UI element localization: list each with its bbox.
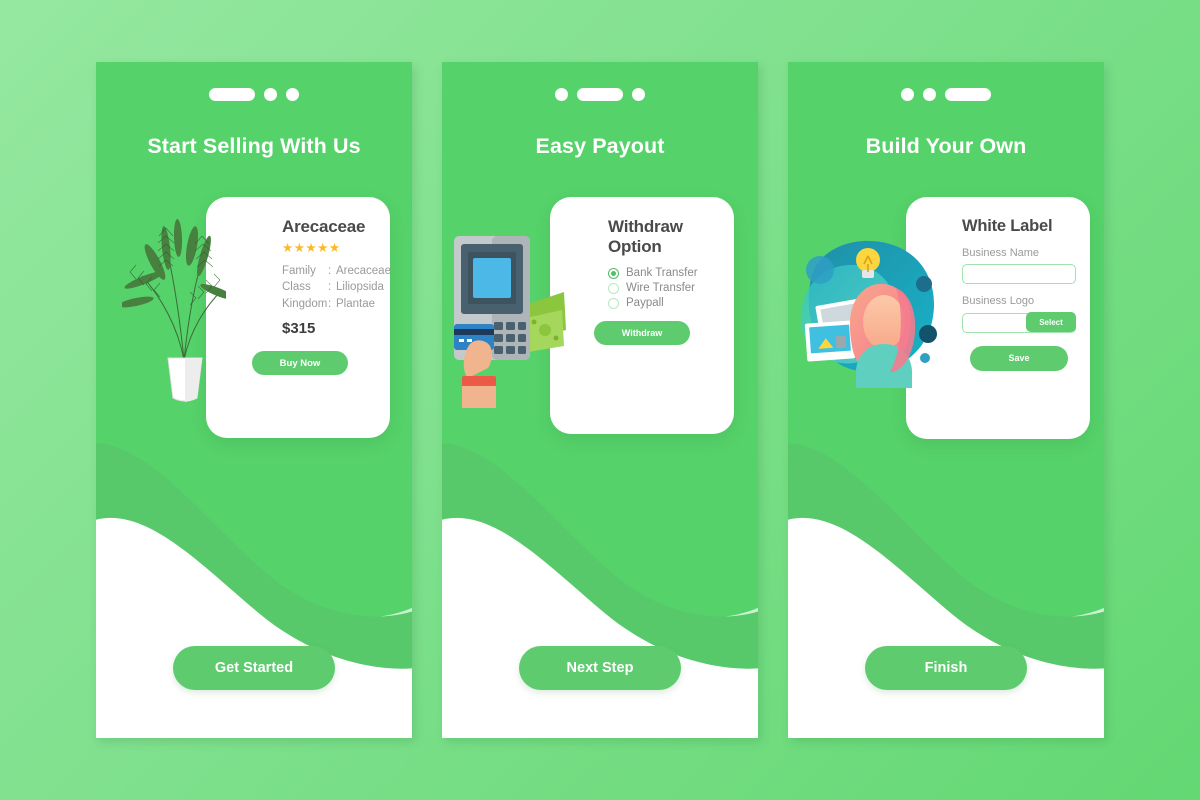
pagination-dot-2[interactable]: [577, 88, 623, 101]
radio-label: Wire Transfer: [626, 282, 696, 295]
pagination-dot-1[interactable]: [209, 88, 255, 101]
spec-separator: :: [328, 265, 332, 278]
spec-key: Family: [282, 265, 316, 278]
spec-key: Class: [282, 281, 311, 294]
radio-option-paypall[interactable]: Paypall: [608, 297, 718, 309]
spec-key: Kingdom: [282, 297, 328, 310]
lightbulb-icon: [856, 248, 880, 278]
atm-machine-illustration: [454, 236, 566, 408]
select-logo-button[interactable]: Select: [1026, 312, 1076, 333]
business-logo-label: Business Logo: [962, 295, 1035, 308]
product-card: Arecaceae ★★★★★ Family : Arecaceae Class…: [206, 197, 391, 438]
pagination-dot-2[interactable]: [923, 88, 936, 101]
withdraw-title-line1: Withdraw: [608, 217, 683, 236]
screen-start-selling: Start Selling With Us Arecaceae ★★★★★ Fa…: [96, 62, 412, 738]
product-name: Arecaceae: [282, 217, 366, 236]
spec-row: Class : Liliopsida: [282, 279, 384, 295]
screen-title: Easy Payout: [535, 134, 665, 158]
product-price: $315: [282, 320, 316, 338]
star-rating: ★★★★★: [282, 241, 341, 256]
withdraw-card: Withdraw Option Bank Transfer Wire Trans…: [550, 197, 734, 434]
white-label-card: White Label Business Name Business Logo …: [906, 197, 1090, 439]
spec-row: Family : Arecaceae: [282, 263, 391, 279]
radio-label: Paypall: [626, 297, 664, 310]
save-button[interactable]: Save: [970, 345, 1068, 371]
pagination-dot-1[interactable]: [555, 88, 568, 101]
radio-option-bank-transfer[interactable]: Bank Transfer: [608, 267, 718, 279]
business-name-label: Business Name: [962, 247, 1040, 260]
pagination-dots[interactable]: [788, 88, 1104, 101]
screen-title: Build Your Own: [865, 134, 1027, 158]
get-started-button[interactable]: Get Started: [173, 646, 335, 690]
screen-easy-payout: Easy Payout Withdraw Option Bank Transfe…: [442, 62, 758, 738]
radio-label: Bank Transfer: [626, 267, 698, 280]
onboarding-screens-stage: Start Selling With Us Arecaceae ★★★★★ Fa…: [0, 0, 1200, 800]
pagination-dot-1[interactable]: [901, 88, 914, 101]
spec-value: Plantae: [336, 297, 376, 310]
radio-option-wire-transfer[interactable]: Wire Transfer: [608, 282, 718, 294]
pagination-dot-3[interactable]: [286, 88, 299, 101]
pagination-dot-3[interactable]: [632, 88, 645, 101]
withdraw-option-radio-group[interactable]: Bank Transfer Wire Transfer Paypall: [608, 267, 718, 309]
spec-value: Arecaceae: [336, 265, 391, 278]
buy-now-button[interactable]: Buy Now: [252, 351, 348, 376]
pagination-dots[interactable]: [442, 88, 758, 101]
withdraw-title-line2: Option: [608, 237, 662, 257]
spec-separator: :: [328, 281, 332, 294]
screen-title: Start Selling With Us: [147, 134, 361, 158]
pagination-dots[interactable]: [96, 88, 412, 101]
next-step-button[interactable]: Next Step: [519, 646, 681, 690]
photo-cards-icon: [804, 298, 867, 362]
business-name-field-group: Business Name: [962, 247, 1076, 285]
pagination-dot-3[interactable]: [945, 88, 991, 101]
radio-icon-selected[interactable]: [608, 267, 619, 279]
spec-separator: :: [328, 297, 332, 310]
keypad-icon: [494, 322, 526, 354]
product-specs: Family : Arecaceae Class : Liliopsida Ki…: [226, 263, 391, 312]
radio-icon[interactable]: [608, 282, 619, 294]
hand-icon: [462, 340, 496, 408]
spec-value: Liliopsida: [336, 281, 384, 294]
business-logo-field-group: Business Logo Select: [962, 295, 1076, 333]
credit-card-icon: [454, 324, 494, 350]
withdraw-button[interactable]: Withdraw: [594, 321, 690, 346]
spec-row: Kingdom : Plantae: [282, 296, 376, 312]
screen-build-your-own: Build Your Own White Label Business Name…: [788, 62, 1104, 738]
radio-icon[interactable]: [608, 297, 619, 309]
white-label-title: White Label: [962, 217, 1053, 235]
pagination-dot-2[interactable]: [264, 88, 277, 101]
finish-button[interactable]: Finish: [865, 646, 1027, 690]
business-name-input[interactable]: [962, 264, 1076, 285]
